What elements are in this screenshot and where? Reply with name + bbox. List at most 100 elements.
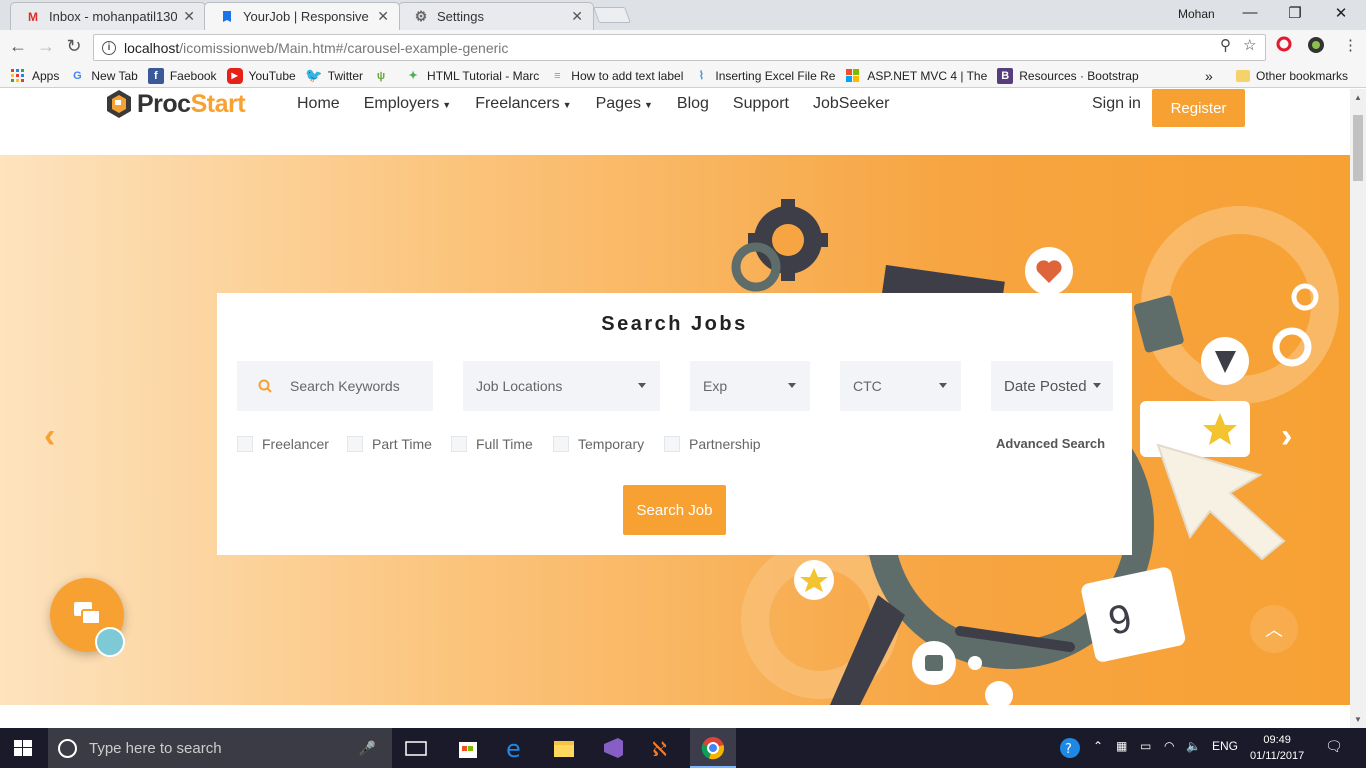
tab-gmail-inbox[interactable]: M Inbox - mohanpatil1302( ✕: [10, 2, 206, 30]
address-bar[interactable]: i localhost/icomissionweb/Main.htm#/caro…: [93, 34, 1266, 61]
logo[interactable]: ProcStart: [106, 89, 246, 119]
wifi-icon[interactable]: ◠: [1164, 739, 1174, 753]
sign-in-link[interactable]: Sign in: [1092, 95, 1141, 113]
tab-label: Settings: [437, 9, 484, 24]
help-icon[interactable]: ?: [1058, 736, 1082, 760]
gear-icon: ⚙: [414, 8, 428, 24]
star-icon[interactable]: ☆: [1243, 36, 1256, 54]
logo-mark-icon: [107, 90, 131, 118]
nav-pages[interactable]: Pages ▼: [596, 95, 653, 113]
bookmark-plant[interactable]: ψ: [373, 68, 395, 84]
forward-icon[interactable]: →: [35, 36, 57, 57]
bookmark-text-label[interactable]: ≡ How to add text label: [549, 68, 683, 84]
caret-down-icon: [788, 383, 796, 388]
checkbox[interactable]: [347, 436, 363, 452]
page-scrollbar[interactable]: ▲ ▼: [1350, 89, 1366, 729]
bookmark-excel[interactable]: ⌇ Inserting Excel File Re: [693, 68, 836, 84]
language-indicator[interactable]: ENG: [1212, 739, 1238, 753]
checkbox-temporary[interactable]: Temporary: [553, 436, 644, 452]
edge-icon[interactable]: e: [504, 736, 528, 760]
minimize-icon[interactable]: —: [1240, 4, 1260, 21]
checkbox-freelancer[interactable]: Freelancer: [237, 436, 329, 452]
taskbar-search[interactable]: Type here to search 🎤: [48, 728, 392, 768]
main-nav: Home Employers ▼ Freelancers ▼ Pages ▼ Blog…: [297, 95, 913, 113]
nav-employers[interactable]: Employers ▼: [364, 95, 452, 113]
clock[interactable]: 09:49 01/11/2017: [1250, 732, 1304, 764]
windows-start-icon[interactable]: [14, 740, 32, 756]
bookmark-facebook[interactable]: f Faebook: [147, 67, 217, 84]
ctc-select[interactable]: CTC: [840, 361, 961, 411]
close-icon[interactable]: ✕: [377, 8, 389, 25]
back-icon[interactable]: ←: [7, 36, 29, 57]
profile-name[interactable]: Mohan: [1178, 7, 1215, 21]
bookmark-youtube[interactable]: ▶ YouTube: [226, 67, 296, 84]
search-job-button[interactable]: Search Job: [623, 485, 726, 535]
checkbox-full-time[interactable]: Full Time: [451, 436, 533, 452]
checkbox-part-time[interactable]: Part Time: [347, 436, 432, 452]
nav-blog[interactable]: Blog: [677, 95, 709, 113]
search-keywords-input[interactable]: Search Keywords: [237, 361, 433, 411]
reload-icon[interactable]: ↻: [63, 36, 85, 57]
key-icon[interactable]: ⚲: [1220, 36, 1231, 54]
checkbox-partnership[interactable]: Partnership: [664, 436, 761, 452]
checkbox-label: Full Time: [476, 436, 533, 452]
tray-app-icon[interactable]: ▦: [1116, 739, 1127, 753]
notifications-icon[interactable]: 🗨: [1325, 738, 1343, 755]
scroll-up-icon[interactable]: ▲: [1354, 93, 1362, 102]
microphone-icon[interactable]: 🎤: [359, 740, 376, 757]
bookmark-twitter[interactable]: 🐦 Twitter: [305, 67, 363, 84]
tray-expand-icon[interactable]: ⌃: [1093, 739, 1103, 753]
visual-studio-icon[interactable]: [601, 736, 625, 760]
checkbox[interactable]: [237, 436, 253, 452]
checkbox[interactable]: [553, 436, 569, 452]
bookmark-apps[interactable]: Apps: [10, 68, 59, 84]
store-icon[interactable]: [456, 736, 480, 760]
nav-support[interactable]: Support: [733, 95, 789, 113]
task-view-icon[interactable]: [404, 736, 428, 760]
carousel-prev-icon[interactable]: ‹: [44, 417, 55, 456]
bookmark-aspnet[interactable]: ASP.NET MVC 4 | The: [845, 68, 987, 84]
info-icon[interactable]: i: [102, 40, 116, 55]
chevron-down-icon: ▼: [562, 100, 572, 110]
hero-carousel: 9 ‹ › Search Jobs Search Keywords Job Lo…: [0, 155, 1350, 705]
nav-home[interactable]: Home: [297, 95, 340, 113]
file-explorer-icon[interactable]: [552, 736, 576, 760]
checkbox[interactable]: [664, 436, 680, 452]
close-icon[interactable]: ✕: [571, 8, 583, 25]
register-button[interactable]: Register: [1152, 89, 1245, 127]
scrollbar-thumb[interactable]: [1353, 115, 1363, 181]
more-bookmarks-icon[interactable]: »: [1205, 68, 1213, 84]
close-window-icon[interactable]: ✕: [1331, 4, 1351, 22]
job-locations-select[interactable]: Job Locations: [463, 361, 660, 411]
date-posted-dropdown[interactable]: Date Posted: [991, 361, 1113, 411]
checkbox[interactable]: [451, 436, 467, 452]
battery-icon[interactable]: ▭: [1140, 739, 1151, 753]
bookmark-label: HTML Tutorial - Marc: [427, 68, 540, 83]
bookmark-bootstrap[interactable]: B Resources · Bootstrap: [997, 67, 1139, 84]
microsoft-icon: [845, 68, 861, 84]
chrome-taskbar-button[interactable]: [690, 728, 736, 768]
bookmark-html-tutorial[interactable]: ✦ HTML Tutorial - Marc: [405, 68, 539, 84]
search-keywords-placeholder: Search Keywords: [290, 378, 400, 394]
other-bookmarks[interactable]: Other bookmarks: [1236, 69, 1348, 83]
exp-select[interactable]: Exp: [690, 361, 810, 411]
xampp-icon[interactable]: ℵ: [650, 736, 674, 760]
carousel-next-icon[interactable]: ›: [1281, 417, 1292, 456]
restore-icon[interactable]: ❐: [1285, 4, 1305, 22]
tab-settings[interactable]: ⚙ Settings ✕: [398, 2, 594, 30]
bookmark-new-tab[interactable]: G New Tab: [69, 68, 138, 84]
nav-freelancers[interactable]: Freelancers ▼: [475, 95, 571, 113]
volume-icon[interactable]: 🔈: [1186, 739, 1201, 753]
scroll-down-icon[interactable]: ▼: [1354, 715, 1362, 724]
opera-icon[interactable]: [1276, 36, 1292, 56]
new-tab-button[interactable]: [593, 7, 631, 23]
nav-jobseeker[interactable]: JobSeeker: [813, 95, 890, 113]
menu-icon[interactable]: ⋮: [1343, 36, 1358, 54]
close-icon[interactable]: ✕: [183, 8, 195, 25]
url-path: /icomissionweb/Main.htm#/carousel-exampl…: [179, 39, 509, 56]
tab-yourjob[interactable]: YourJob | Responsive Job ✕: [204, 2, 400, 30]
advanced-search-link[interactable]: Advanced Search: [996, 436, 1105, 451]
extension-icon[interactable]: [1307, 36, 1325, 58]
w3-icon: ✦: [408, 70, 418, 82]
scroll-to-top-icon[interactable]: ︿: [1250, 605, 1298, 653]
